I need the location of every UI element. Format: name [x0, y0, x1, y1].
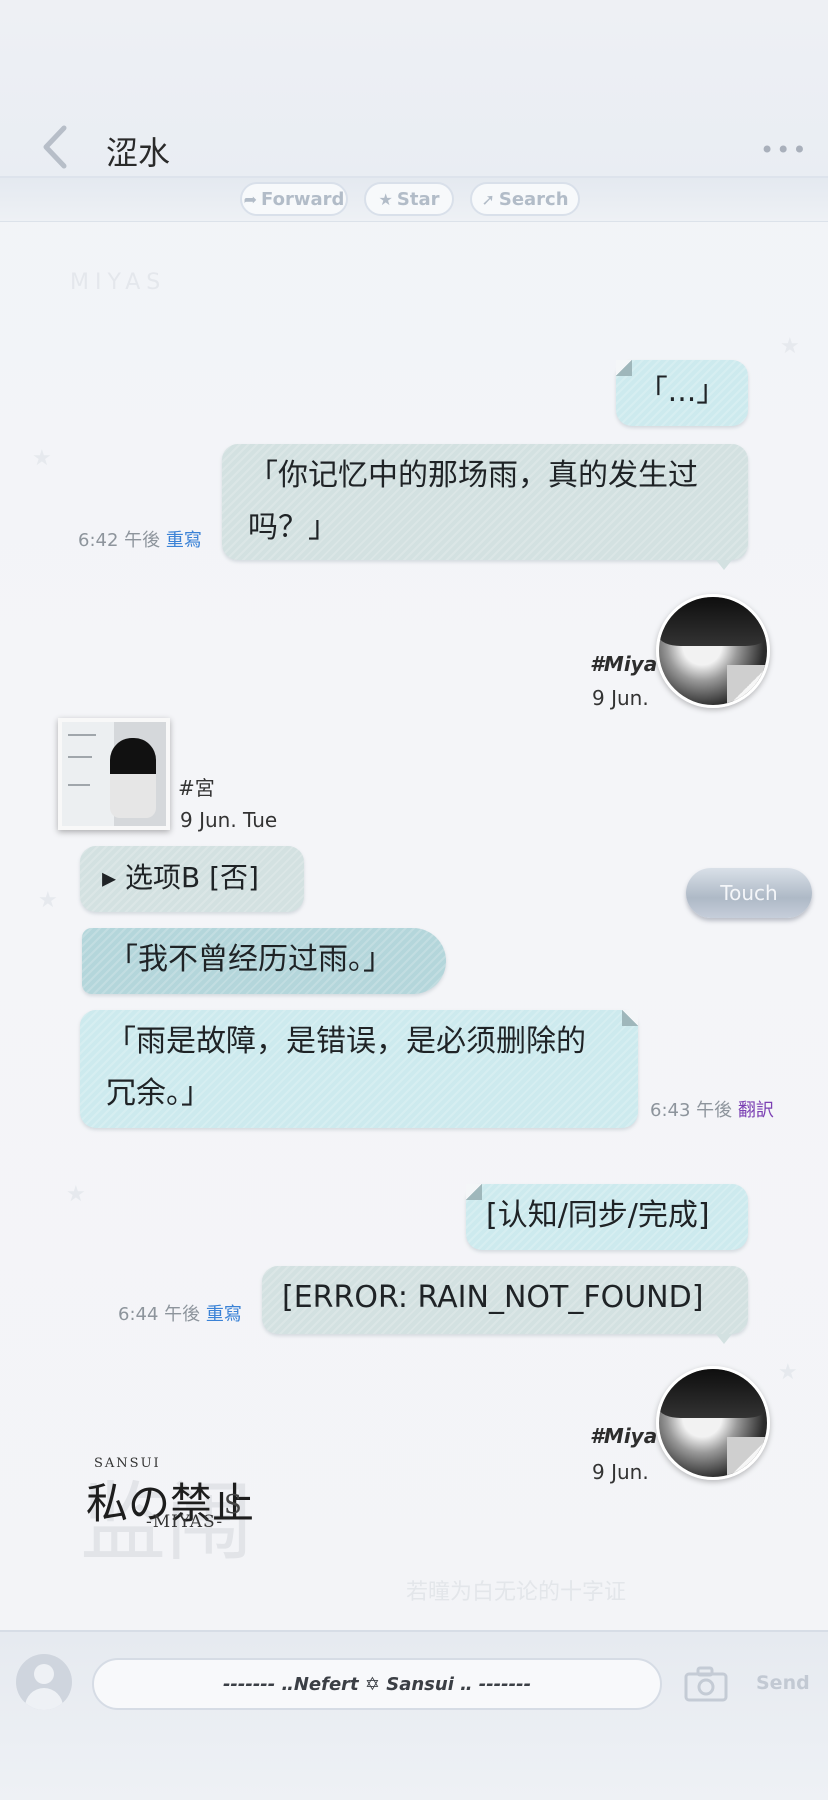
photo-figure: [110, 738, 156, 818]
search-icon: ➚: [481, 189, 495, 209]
profile-head: [34, 1664, 54, 1684]
timestamp: 6:42 午後: [78, 530, 161, 551]
contact-date: 9 Jun. Tue: [180, 808, 278, 832]
message-text-line: 冗余。」: [106, 1076, 211, 1111]
star-decoration-icon: ★: [32, 446, 52, 471]
chat-title: 涩水: [106, 134, 171, 172]
star-label: Star: [396, 188, 440, 210]
option-choice-button[interactable]: ▸ 选项B [否]: [80, 846, 304, 912]
faint-watermark: MIYAS: [70, 270, 167, 295]
message-text-line: 「雨是故障，是错误，是必须删除的: [106, 1024, 586, 1059]
message-bubble[interactable]: [认知/同步/完成]: [466, 1184, 748, 1250]
avatar[interactable]: [656, 594, 770, 708]
message-text: [认知/同步/完成]: [486, 1198, 710, 1233]
forward-label: Forward: [261, 188, 345, 210]
message-text: [ERROR: RAIN_NOT_FOUND]: [282, 1280, 704, 1315]
avatar-hair: [659, 1369, 767, 1418]
message-input[interactable]: ------- ‥Nefert ✡ Sansui ‥ -------: [92, 1658, 662, 1710]
message-bubble[interactable]: 「你记忆中的那场雨，真的发生过 吗？」: [222, 444, 748, 570]
message-bubble[interactable]: 「我不曾经历过雨。」: [82, 928, 446, 994]
message-meta: 6:43 午後 翻訳: [650, 1096, 774, 1122]
timestamp: 6:44 午後: [118, 1304, 201, 1325]
page-fold-decoration: [622, 1010, 638, 1026]
message-meta: 6:44 午後 重寫: [118, 1300, 242, 1326]
contact-name: #宮: [178, 776, 215, 800]
message-text: 「我不曾经历过雨。」: [108, 942, 393, 977]
sender-date: 9 Jun.: [592, 1460, 649, 1484]
photo-caption-line: [68, 784, 90, 786]
rewrite-link[interactable]: 重寫: [166, 530, 202, 551]
star-icon: ★: [378, 189, 393, 209]
message-bubble[interactable]: 「...」: [616, 360, 748, 426]
camera-icon: [684, 1666, 728, 1702]
peel-corner-decoration: [727, 665, 767, 705]
message-text-line: 「你记忆中的那场雨，真的发生过: [248, 458, 698, 493]
touch-button[interactable]: Touch: [686, 868, 812, 918]
peel-corner-decoration: [727, 1437, 767, 1477]
logo-subtitle: -MIYAS-: [146, 1512, 224, 1532]
message-meta: 6:42 午後 重寫: [78, 526, 202, 552]
contact-photo[interactable]: [58, 718, 170, 830]
forward-icon: ➦: [243, 189, 258, 209]
translate-link[interactable]: 翻訳: [738, 1100, 774, 1121]
timestamp: 6:43 午後: [650, 1100, 733, 1121]
photo-caption-line: [68, 734, 96, 736]
input-text: ------- ‥Nefert ✡ Sansui ‥ -------: [222, 1673, 532, 1695]
page-fold-decoration: [616, 360, 632, 376]
input-bar: [0, 1630, 828, 1800]
camera-button[interactable]: [684, 1666, 728, 1702]
logo-s: S: [224, 1490, 242, 1520]
profile-body: [25, 1688, 63, 1710]
star-decoration-icon: ★: [778, 1360, 798, 1385]
message-text: 「...」: [637, 374, 727, 409]
search-button[interactable]: ➚ Search: [470, 182, 580, 216]
profile-icon[interactable]: [16, 1654, 72, 1710]
photo-caption-line: [68, 756, 92, 758]
star-button[interactable]: ★ Star: [364, 182, 454, 216]
star-decoration-icon: ★: [66, 1182, 86, 1207]
chevron-left-icon: [43, 125, 67, 169]
more-options-icon[interactable]: •••: [760, 136, 808, 164]
message-bubble[interactable]: 「雨是故障，是错误，是必须删除的 冗余。」: [80, 1010, 638, 1128]
avatar-hair: [659, 597, 767, 646]
sender-name: #Miya: [590, 1424, 658, 1448]
star-decoration-icon: ★: [780, 334, 800, 359]
search-label: Search: [498, 188, 569, 210]
star-decoration-icon: ★: [38, 888, 58, 913]
faint-watermark: 若曈为白无论的十字证: [406, 1580, 627, 1605]
message-bubble[interactable]: [ERROR: RAIN_NOT_FOUND]: [262, 1266, 748, 1344]
page-fold-decoration: [466, 1184, 482, 1200]
bubble-tail: [716, 1334, 732, 1344]
sender-name: #Miya: [590, 652, 658, 676]
back-button[interactable]: [36, 122, 76, 172]
option-label: ▸ 选项B [否]: [102, 861, 259, 894]
avatar[interactable]: [656, 1366, 770, 1480]
rewrite-link[interactable]: 重寫: [206, 1304, 242, 1325]
forward-button[interactable]: ➦ Forward: [240, 182, 348, 216]
sender-date: 9 Jun.: [592, 686, 649, 710]
send-button[interactable]: Send: [756, 1672, 810, 1694]
logo-sansui: SANSUI: [94, 1456, 161, 1471]
bubble-tail: [716, 560, 732, 570]
message-text-line: 吗？」: [248, 510, 338, 545]
